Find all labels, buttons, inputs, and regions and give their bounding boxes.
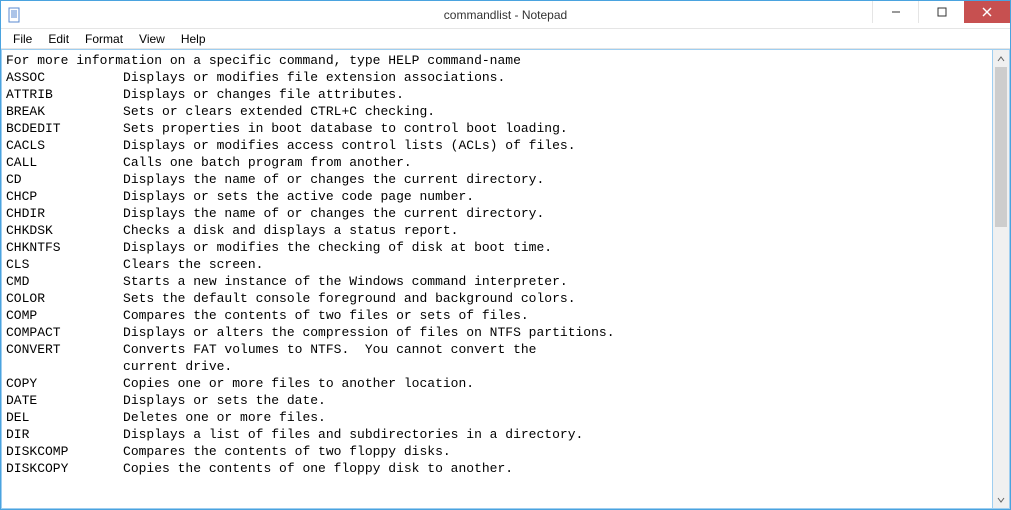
minimize-icon (891, 7, 901, 17)
maximize-icon (937, 7, 947, 17)
close-button[interactable] (964, 1, 1010, 23)
notepad-window: commandlist - Notepad File Edit Format V… (0, 0, 1011, 510)
text-viewport: For more information on a specific comma… (1, 49, 993, 509)
menu-help[interactable]: Help (173, 31, 214, 47)
client-area: For more information on a specific comma… (1, 49, 1010, 509)
scroll-thumb[interactable] (995, 67, 1007, 227)
menu-edit[interactable]: Edit (40, 31, 77, 47)
chevron-up-icon (997, 55, 1005, 63)
scroll-track[interactable] (993, 67, 1009, 491)
app-icon (7, 7, 23, 23)
titlebar[interactable]: commandlist - Notepad (1, 1, 1010, 29)
menu-format[interactable]: Format (77, 31, 131, 47)
vertical-scrollbar[interactable] (993, 49, 1010, 509)
menu-view[interactable]: View (131, 31, 173, 47)
maximize-button[interactable] (918, 1, 964, 23)
scroll-up-button[interactable] (993, 50, 1009, 67)
menu-file[interactable]: File (5, 31, 40, 47)
close-icon (982, 7, 992, 17)
editor-content[interactable]: For more information on a specific comma… (2, 50, 992, 479)
minimize-button[interactable] (872, 1, 918, 23)
window-controls (872, 1, 1010, 23)
window-title: commandlist - Notepad (444, 8, 567, 22)
menubar: File Edit Format View Help (1, 29, 1010, 49)
scroll-down-button[interactable] (993, 491, 1009, 508)
chevron-down-icon (997, 496, 1005, 504)
